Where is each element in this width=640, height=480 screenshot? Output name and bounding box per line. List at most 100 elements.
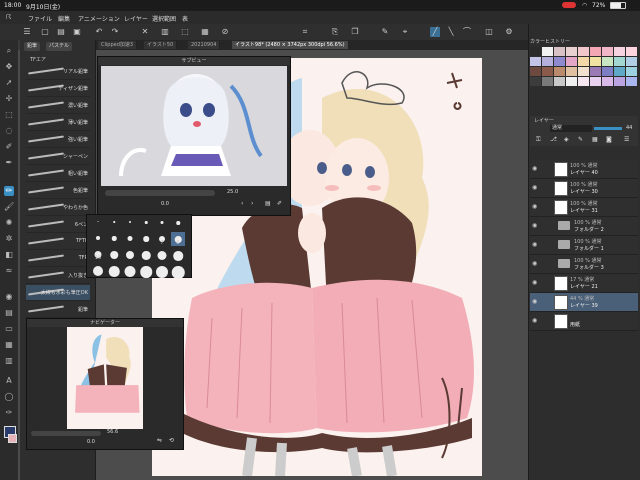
save-icon[interactable]: ▣ <box>72 27 82 37</box>
color-swatch[interactable] <box>578 57 589 66</box>
figure-tool-icon[interactable]: ▭ <box>4 324 14 334</box>
color-swatch[interactable] <box>602 67 613 76</box>
color-swatch[interactable] <box>566 47 577 56</box>
menu-edit[interactable]: 編集 <box>58 14 70 23</box>
select-all-icon[interactable]: ▦ <box>200 27 210 37</box>
color-swatch[interactable] <box>542 47 553 56</box>
visibility-eye-icon[interactable]: ◉ <box>532 222 537 229</box>
layer-row[interactable]: ◉ 用紙 <box>530 312 638 331</box>
color-swatch[interactable] <box>578 77 589 86</box>
layer-move-tool-icon[interactable]: ✢ <box>4 94 14 104</box>
frame-tool-icon[interactable]: ▦ <box>4 340 14 350</box>
move-tool-icon[interactable]: ✥ <box>4 62 14 72</box>
brush-size-option[interactable] <box>171 217 185 231</box>
visibility-eye-icon[interactable]: ◉ <box>532 317 537 324</box>
color-swatch[interactable] <box>554 77 565 86</box>
brush-item[interactable]: ディザン鉛筆 <box>26 81 90 97</box>
open-file-icon[interactable]: ▤ <box>56 27 66 37</box>
crop-icon[interactable]: ⌗ <box>300 27 310 37</box>
snap-icon[interactable]: ⌖ <box>400 27 410 37</box>
brush-size-option[interactable] <box>107 247 121 261</box>
menu-icon[interactable]: ☰ <box>22 27 32 37</box>
balloon-tool-icon[interactable]: ◯ <box>4 392 14 402</box>
color-swatch[interactable] <box>590 57 601 66</box>
sub-view-image[interactable] <box>101 66 287 186</box>
brush-tool-icon[interactable]: 🖌 <box>4 202 14 212</box>
color-swatch[interactable] <box>602 77 613 86</box>
lasso-tool-icon[interactable]: ◌ <box>4 126 14 136</box>
brush-size-option[interactable]: 7 <box>155 232 169 246</box>
color-swatch[interactable] <box>590 77 601 86</box>
menu-selection[interactable]: 選択範囲 <box>152 14 176 23</box>
paste-icon[interactable]: ⎘ <box>330 27 340 37</box>
draft-icon[interactable]: ✎ <box>578 136 583 143</box>
zoom-tool-icon[interactable]: ⌕ <box>4 46 14 56</box>
layer-folder[interactable]: ◉ 100 % 通常 フォルダー 2 <box>530 217 638 236</box>
color-swatch[interactable] <box>566 77 577 86</box>
transform-icon[interactable]: ⬚ <box>180 27 190 37</box>
undo-icon[interactable]: ↶ <box>94 27 104 37</box>
color-swatch[interactable] <box>542 67 553 76</box>
brush-size-option[interactable] <box>91 217 105 231</box>
brush-size-option[interactable] <box>91 262 105 276</box>
brush-size-option[interactable]: 10 <box>91 247 105 261</box>
color-swatch[interactable] <box>542 57 553 66</box>
brush-size-option[interactable] <box>139 232 153 246</box>
brush-size-option[interactable] <box>107 232 121 246</box>
layer-menu-icon[interactable]: ☰ <box>624 136 629 143</box>
app-logo-icon[interactable]: ☈ <box>6 14 11 21</box>
visibility-eye-icon[interactable]: ◉ <box>532 260 537 267</box>
blend-mode-select[interactable]: 通常 <box>550 125 592 132</box>
color-swatch[interactable] <box>602 47 613 56</box>
prev-image-icon[interactable]: ‹ <box>241 200 243 207</box>
lock-transparent-icon[interactable]: ▦ <box>592 136 598 143</box>
opacity-slider[interactable] <box>594 127 622 130</box>
menu-animation[interactable]: アニメーション <box>78 14 120 23</box>
brush-size-option[interactable] <box>139 217 153 231</box>
brush-item[interactable]: 色鉛筆 <box>26 183 90 199</box>
menu-layer[interactable]: レイヤー <box>124 14 148 23</box>
color-swatch[interactable] <box>590 67 601 76</box>
brush-size-option[interactable] <box>107 262 121 277</box>
airbrush-tool-icon[interactable]: ✺ <box>4 218 14 228</box>
brush-item[interactable]: 6ペン <box>26 217 90 233</box>
visibility-eye-icon[interactable]: ◉ <box>532 184 537 191</box>
tab-pencil[interactable]: 鉛筆 <box>24 42 41 51</box>
color-swatch[interactable] <box>578 47 589 56</box>
ruler-icon[interactable]: ✎ <box>380 27 390 37</box>
snap-special-icon[interactable]: ╲ <box>446 27 456 37</box>
brush-item[interactable]: TFTh <box>26 234 90 250</box>
fill-icon[interactable]: ▥ <box>160 27 170 37</box>
layer-folder[interactable]: ◉ 100 % 通常 フォルダー 3 <box>530 255 638 274</box>
brush-size-option[interactable] <box>107 217 121 231</box>
eraser-tool-icon[interactable]: ◧ <box>4 250 14 260</box>
ruler-tool-icon[interactable]: ▥ <box>4 356 14 366</box>
color-swatch[interactable] <box>626 77 637 86</box>
color-swatch[interactable] <box>626 47 637 56</box>
brush-item[interactable]: 濃い鉛筆 <box>26 98 90 114</box>
brush-item[interactable]: リアル鉛筆 <box>26 64 90 80</box>
color-swatch[interactable] <box>542 77 553 86</box>
visibility-eye-icon[interactable]: ◉ <box>532 298 537 305</box>
color-swatch[interactable] <box>554 67 565 76</box>
color-swatch[interactable] <box>578 67 589 76</box>
menu-file[interactable]: ファイル <box>28 14 52 23</box>
brush-item[interactable]: TFR <box>26 251 90 267</box>
menu-view[interactable]: 表 <box>182 14 188 23</box>
color-swatch[interactable] <box>554 47 565 56</box>
color-swatch[interactable] <box>530 67 541 76</box>
brush-size-option[interactable] <box>171 262 185 279</box>
brush-size-option[interactable] <box>155 262 169 278</box>
layer-folder[interactable]: ◉ 100 % 通常 フォルダー 1 <box>530 236 638 255</box>
settings-icon[interactable]: ⚙ <box>504 27 514 37</box>
pencil-tool-icon[interactable]: ✏ <box>4 186 14 196</box>
brush-size-option[interactable] <box>171 247 185 261</box>
brush-size-option[interactable] <box>123 217 137 231</box>
layer-row[interactable]: ◉ 100 % 通常 レイヤー 31 <box>530 198 638 217</box>
layer-row[interactable]: ◉ 44 % 通常 レイヤー 39 <box>530 293 638 312</box>
gradient-tool-icon[interactable]: ▤ <box>4 308 14 318</box>
color-swatch[interactable] <box>614 77 625 86</box>
zoom-slider[interactable] <box>105 190 215 196</box>
color-swatch[interactable] <box>590 47 601 56</box>
redo-icon[interactable]: ↷ <box>110 27 120 37</box>
